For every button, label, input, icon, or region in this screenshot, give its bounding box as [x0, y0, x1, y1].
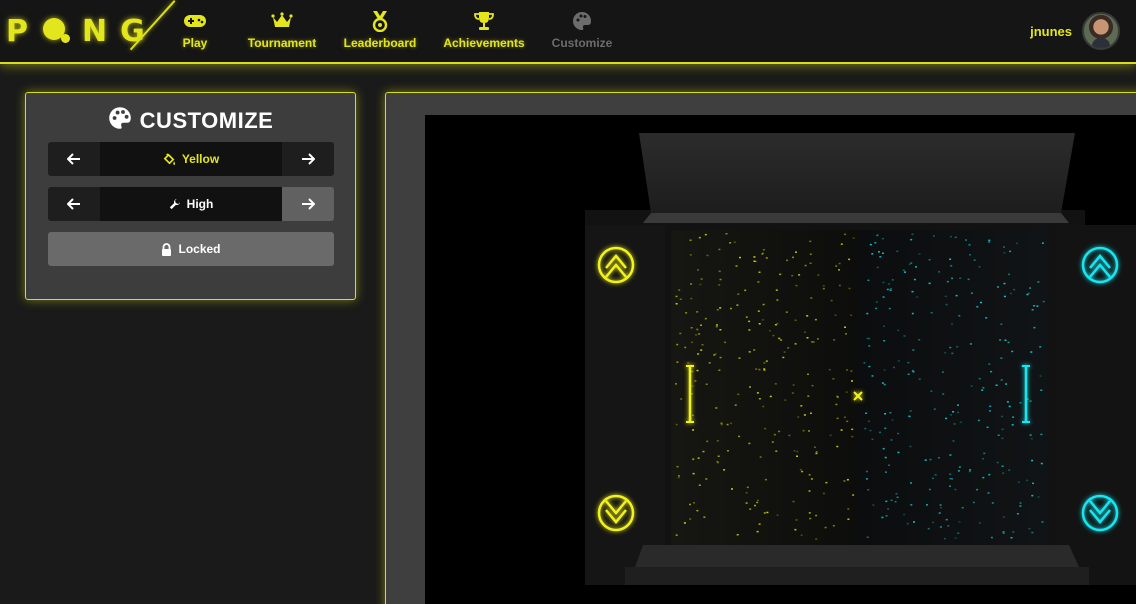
- paint-bucket-icon: [163, 152, 175, 165]
- panel-title: CUSTOMIZE: [26, 106, 355, 136]
- arena-render: [585, 133, 1136, 585]
- arrow-left-icon: [67, 153, 80, 165]
- top-navbar: P N G Play Tournament Leaderboard Achiev…: [0, 0, 1136, 64]
- logo-letter-n: N: [82, 13, 110, 49]
- floor-right-half: [857, 230, 1047, 545]
- logo-letter-p: P: [6, 13, 30, 49]
- ping-pong-ball-icon: [41, 16, 71, 46]
- gamepad-icon: [183, 10, 207, 32]
- nav-item-play[interactable]: Play: [178, 10, 212, 56]
- lock-icon: [162, 242, 172, 256]
- quality-prev-button[interactable]: [48, 187, 100, 221]
- quality-selector: High: [48, 187, 334, 221]
- color-next-button[interactable]: [282, 142, 334, 176]
- floor-left-half: [671, 230, 857, 545]
- wrench-icon: [169, 198, 180, 210]
- nav-item-tournament[interactable]: Tournament: [247, 10, 317, 56]
- nav-item-leaderboard[interactable]: Leaderboard: [343, 10, 417, 56]
- locked-button[interactable]: Locked: [48, 232, 334, 266]
- color-prev-button[interactable]: [48, 142, 100, 176]
- user-menu[interactable]: jnunes: [1030, 12, 1120, 50]
- arena-bottom-wall: [635, 545, 1079, 567]
- quality-value: High: [100, 187, 282, 221]
- medal-icon: [368, 10, 392, 32]
- palette-icon: [570, 10, 594, 32]
- nav-label-tournament: Tournament: [247, 36, 317, 50]
- locked-label: Locked: [178, 242, 221, 256]
- pong-logo[interactable]: P N G: [6, 13, 147, 49]
- pong-3d-preview[interactable]: [425, 115, 1136, 604]
- crown-icon: [270, 10, 294, 32]
- nav-item-customize[interactable]: Customize: [551, 10, 613, 56]
- color-selector: Yellow: [48, 142, 334, 176]
- nav-label-play: Play: [182, 36, 208, 50]
- arrow-right-icon: [302, 153, 315, 165]
- quality-label: High: [186, 197, 214, 211]
- username: jnunes: [1030, 23, 1072, 39]
- arena-top-wall-edge: [643, 213, 1069, 223]
- color-label: Yellow: [181, 152, 220, 166]
- nav-label-leaderboard: Leaderboard: [343, 36, 417, 50]
- arena-bottom-wall-front: [625, 567, 1089, 585]
- arena-right-block: [1057, 225, 1136, 585]
- nav-label-customize: Customize: [551, 36, 613, 50]
- trophy-icon: [472, 10, 496, 32]
- nav-item-achievements[interactable]: Achievements: [443, 10, 525, 56]
- nav-label-achievements: Achievements: [443, 36, 525, 50]
- quality-next-button[interactable]: [282, 187, 334, 221]
- arrow-right-icon: [302, 198, 315, 210]
- customize-title: CUSTOMIZE: [139, 108, 274, 133]
- avatar[interactable]: [1082, 12, 1120, 50]
- customize-panel: CUSTOMIZE Yellow High Locked: [25, 92, 356, 300]
- arrow-left-icon: [67, 198, 80, 210]
- palette-icon: [108, 106, 132, 136]
- color-value: Yellow: [100, 142, 282, 176]
- game-preview-panel: [385, 92, 1136, 604]
